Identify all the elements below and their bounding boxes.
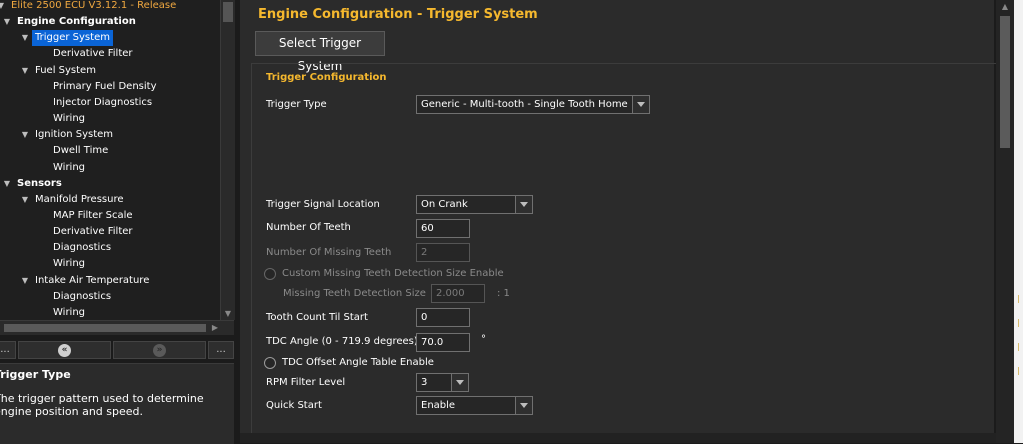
side-marker: |: [1017, 294, 1020, 303]
tdc-offset-enable-label: TDC Offset Angle Table Enable: [282, 357, 434, 368]
navigation-bar: ... « » ...: [0, 340, 234, 361]
tree-item-label: Dwell Time: [53, 145, 109, 157]
chevron-down-icon[interactable]: [515, 397, 532, 414]
tree-vertical-scrollbar[interactable]: ▼: [220, 0, 235, 320]
navigation-tree: ▼ Elite 2500 ECU V3.12.1 - Release ▼ Engine…: [0, 0, 220, 320]
chevron-down-icon[interactable]: [632, 96, 649, 113]
scroll-up-icon[interactable]: ▲: [996, 2, 1014, 11]
help-pane: Trigger Type The trigger pattern used to…: [0, 363, 234, 444]
tree-item-label: Wiring: [53, 113, 86, 125]
group-title: Trigger Configuration: [266, 72, 387, 83]
nav-last-label: ...: [216, 344, 226, 355]
scroll-down-icon[interactable]: ▼: [221, 309, 235, 318]
main-vertical-scrollbar[interactable]: ▲: [996, 0, 1014, 443]
missing-teeth-detection-size-label: Missing Teeth Detection Size: [283, 288, 426, 299]
main-vscroll-thumb[interactable]: [1000, 16, 1010, 148]
tree-hscroll-thumb[interactable]: [4, 324, 206, 332]
select-trigger-system-button[interactable]: Select Trigger System: [255, 31, 385, 73]
tree-item-label: Ignition System: [35, 129, 114, 141]
number-of-missing-teeth-label: Number Of Missing Teeth: [266, 247, 392, 258]
trigger-signal-location-select[interactable]: On Crank: [416, 195, 533, 214]
chevron-down-icon[interactable]: [451, 374, 468, 391]
tree-item-label: Diagnostics: [53, 242, 112, 254]
tooth-count-til-start-input[interactable]: 0: [416, 308, 470, 327]
expand-arrow-icon[interactable]: ▼: [2, 14, 12, 30]
tree-item-label: Trigger System: [32, 30, 113, 47]
expand-arrow-icon[interactable]: ▼: [20, 63, 30, 79]
expand-arrow-icon[interactable]: ▼: [20, 273, 30, 289]
tree-item-label: Manifold Pressure: [35, 193, 124, 205]
expand-arrow-icon[interactable]: ▼: [20, 30, 30, 46]
main-panel: Engine Configuration - Trigger System Se…: [240, 0, 999, 443]
custom-missing-teeth-enable-label: Custom Missing Teeth Detection Size Enab…: [282, 268, 504, 279]
tree-item-label: Wiring: [53, 306, 86, 318]
tdc-offset-enable-radio[interactable]: [264, 357, 276, 369]
tree-item-label: Elite 2500 ECU V3.12.1 - Release: [11, 0, 177, 11]
tree-item-label: Engine Configuration: [17, 16, 136, 28]
tree-item-label: Sensors: [17, 177, 62, 189]
side-panel-edge: | | | |: [1014, 0, 1023, 443]
nav-first-button[interactable]: ...: [0, 341, 16, 359]
rpm-filter-level-label: RPM Filter Level: [266, 377, 346, 388]
rpm-filter-level-value: 3: [421, 377, 428, 388]
bottom-edge: [240, 433, 996, 443]
scroll-right-icon[interactable]: ▶: [212, 321, 218, 335]
trigger-signal-location-label: Trigger Signal Location: [266, 199, 380, 210]
quick-start-label: Quick Start: [266, 400, 322, 411]
tree-item-label: MAP Filter Scale: [53, 209, 133, 221]
expand-arrow-icon[interactable]: ▼: [0, 0, 6, 14]
side-marker: |: [1017, 366, 1020, 375]
trigger-signal-location-value: On Crank: [421, 199, 468, 210]
help-title: Trigger Type: [0, 368, 71, 381]
side-marker: |: [1017, 318, 1020, 327]
custom-missing-teeth-enable-radio: [264, 268, 276, 280]
page-title: Engine Configuration - Trigger System: [258, 7, 538, 22]
tree-item-label: Wiring: [53, 161, 86, 173]
tree-item-label: Derivative Filter: [53, 226, 133, 238]
expand-arrow-icon[interactable]: ▼: [20, 127, 30, 143]
number-of-teeth-input[interactable]: 60: [416, 219, 470, 238]
tree-item-label: Intake Air Temperature: [35, 274, 150, 286]
tree-item-label: Diagnostics: [53, 290, 112, 302]
tree-vscroll-thumb[interactable]: [223, 2, 233, 22]
nav-first-label: ...: [0, 344, 10, 355]
expand-arrow-icon[interactable]: ▼: [20, 192, 30, 208]
nav-last-button[interactable]: ...: [208, 341, 234, 359]
tree-item-label: Fuel System: [35, 64, 96, 76]
trigger-type-label: Trigger Type: [266, 99, 327, 110]
missing-teeth-detection-size-unit: : 1: [497, 288, 510, 299]
missing-teeth-detection-size-input: 2.000: [431, 284, 485, 303]
tree-item-label: Primary Fuel Density: [53, 80, 157, 92]
tree-horizontal-scrollbar[interactable]: ▶: [0, 320, 234, 335]
nav-forward-button[interactable]: »: [113, 341, 206, 359]
quick-start-select[interactable]: Enable: [416, 396, 533, 415]
chevron-down-icon[interactable]: [515, 196, 532, 213]
help-text: The trigger pattern used to determine en…: [0, 392, 204, 418]
number-of-teeth-label: Number Of Teeth: [266, 222, 351, 233]
tdc-angle-input[interactable]: 70.0: [416, 333, 470, 352]
tdc-angle-label: TDC Angle (0 - 719.9 degrees): [266, 336, 418, 347]
nav-back-button[interactable]: «: [18, 341, 111, 359]
tdc-angle-unit: °: [481, 334, 486, 345]
tree-item-label: Injector Diagnostics: [53, 96, 153, 108]
number-of-missing-teeth-input: 2: [416, 243, 470, 262]
expand-arrow-icon[interactable]: ▼: [2, 176, 12, 192]
forward-arrow-icon: »: [153, 344, 166, 357]
trigger-type-value: Generic - Multi-tooth - Single Tooth Hom…: [421, 99, 628, 110]
tree-item-label: Derivative Filter: [53, 48, 133, 60]
trigger-type-select[interactable]: Generic - Multi-tooth - Single Tooth Hom…: [416, 95, 650, 114]
quick-start-value: Enable: [421, 400, 456, 411]
side-marker: |: [1017, 342, 1020, 351]
rpm-filter-level-select[interactable]: 3: [416, 373, 469, 392]
tree-item-label: Wiring: [53, 258, 86, 270]
back-arrow-icon: «: [58, 344, 71, 357]
tooth-count-til-start-label: Tooth Count Til Start: [266, 312, 368, 323]
